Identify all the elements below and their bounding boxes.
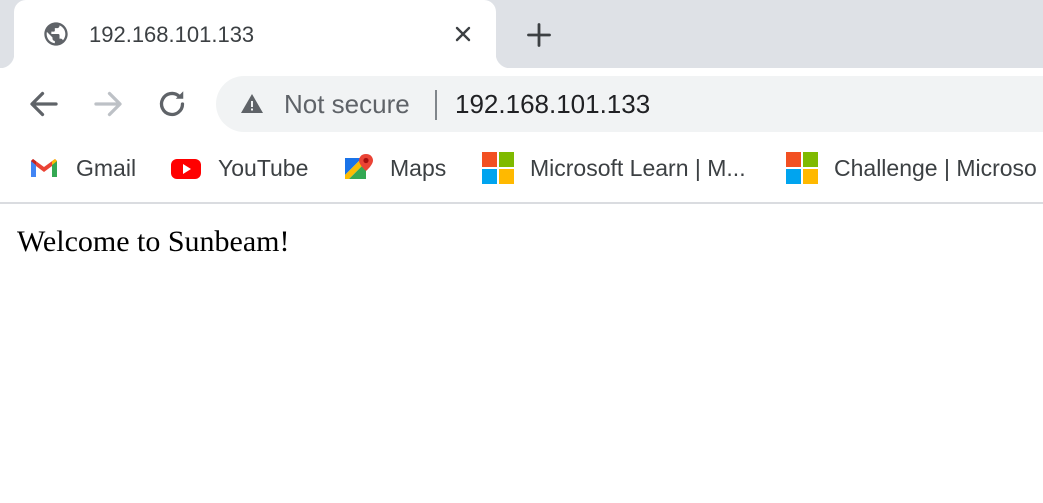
plus-icon[interactable] (525, 21, 553, 49)
browser-toolbar: Not secure 192.168.101.133 (0, 68, 1043, 140)
microsoft-icon (482, 152, 514, 184)
microsoft-icon (786, 152, 818, 184)
maps-icon (345, 154, 373, 179)
bookmarks-bar: Gmail YouTube Maps Microsoft Learn | M..… (0, 140, 1043, 204)
forward-arrow-icon[interactable] (90, 86, 126, 122)
tab-strip: 192.168.101.133 (0, 0, 1043, 68)
bookmark-label: Maps (390, 154, 447, 181)
address-bar[interactable]: Not secure 192.168.101.133 (216, 76, 1043, 132)
tab-title: 192.168.101.133 (89, 22, 255, 47)
globe-icon (44, 22, 68, 46)
back-arrow-icon[interactable] (26, 86, 62, 122)
bookmark-challenge[interactable]: Challenge | Microso (786, 150, 1037, 186)
welcome-text: Welcome to Sunbeam! (17, 225, 290, 258)
omnibox-divider (435, 90, 437, 120)
gmail-icon (31, 159, 57, 177)
security-status-label[interactable]: Not secure (284, 89, 410, 120)
bookmark-label: Gmail (76, 154, 137, 181)
warning-triangle-icon[interactable] (240, 92, 264, 116)
youtube-icon (171, 159, 201, 179)
bookmark-gmail[interactable]: Gmail (28, 150, 136, 186)
url-text[interactable]: 192.168.101.133 (455, 89, 650, 120)
page-content: Welcome to Sunbeam! (0, 206, 1043, 503)
bookmark-label: Microsoft Learn | M... (530, 154, 746, 181)
bookmark-microsoft-learn[interactable]: Microsoft Learn | M... (482, 150, 746, 186)
bookmark-label: Challenge | Microso (834, 154, 1037, 181)
close-icon[interactable] (451, 22, 475, 46)
active-tab[interactable]: 192.168.101.133 (0, 0, 510, 68)
bookmark-maps[interactable]: Maps (342, 150, 446, 186)
bookmark-youtube[interactable]: YouTube (170, 150, 308, 186)
bookmark-label: YouTube (218, 154, 309, 181)
reload-icon[interactable] (154, 86, 190, 122)
